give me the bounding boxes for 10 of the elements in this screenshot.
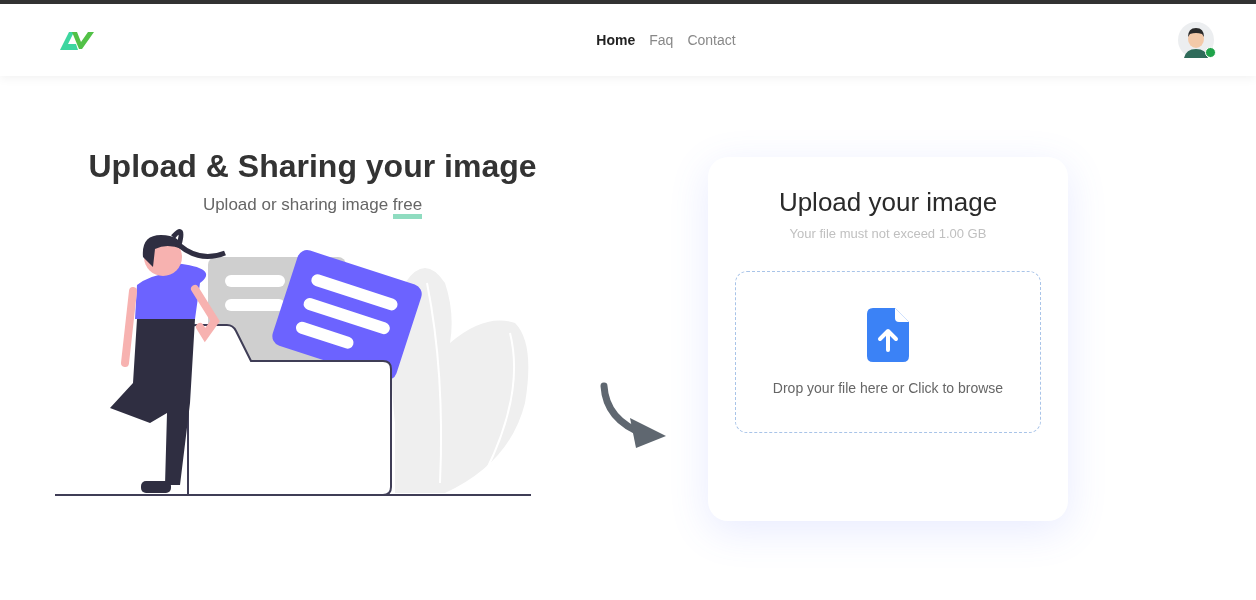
user-avatar[interactable] <box>1178 22 1214 58</box>
size-limit-note: Your file must not exceed 1.00 GB <box>789 226 987 241</box>
hero-title: Upload & Sharing your image <box>88 148 537 185</box>
nav-link[interactable]: Home <box>596 32 636 48</box>
file-upload-icon <box>867 308 909 362</box>
nav-link[interactable]: Faq <box>649 32 674 48</box>
card-title: Upload your image <box>778 187 998 218</box>
drop-instruction: Drop your file here or Click to browse <box>772 380 1004 396</box>
nav-link[interactable]: Contact <box>687 32 736 48</box>
drop-zone[interactable]: Drop your file here or Click to browse <box>735 271 1041 433</box>
